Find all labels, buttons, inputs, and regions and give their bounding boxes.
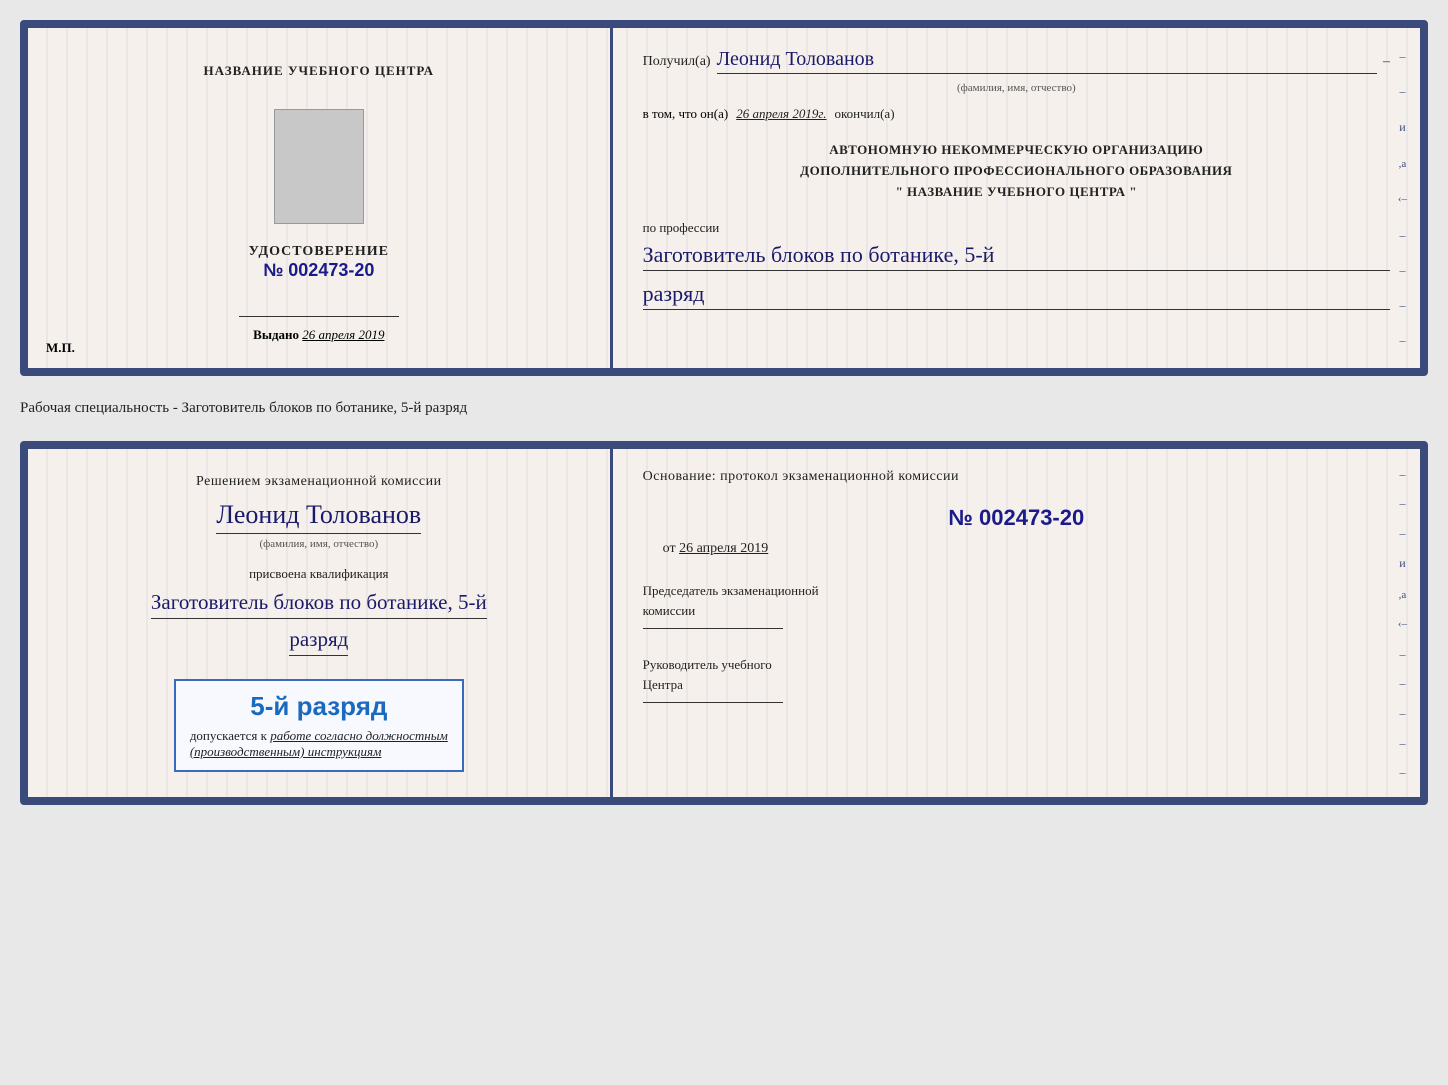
received-line: Получил(а) Леонид Толованов – <box>643 48 1390 74</box>
certificate-card-2: Решением экзаменационной комиссии Леонид… <box>20 441 1428 805</box>
deco-a: ,а <box>1399 158 1407 170</box>
rukovoditel-line2: Центра <box>643 677 683 692</box>
fio-label-1: (фамилия, имя, отчество) <box>643 82 1390 94</box>
blue-box-italic-1: работе согласно должностным <box>270 728 448 743</box>
vtom-date: 26 апреля 2019г. <box>736 106 826 122</box>
card1-left: НАЗВАНИЕ УЧЕБНОГО ЦЕНТРА УДОСТОВЕРЕНИЕ №… <box>28 28 613 368</box>
vtom-line: в том, что он(а) 26 апреля 2019г. окончи… <box>643 106 1390 122</box>
rukovoditel-section: Руководитель учебного Центра <box>643 655 1390 703</box>
vtom-prefix: в том, что он(а) <box>643 106 729 122</box>
blue-box-italic-2: (производственным) инструкциям <box>190 744 382 759</box>
resheniem-label: Решением экзаменационной комиссии <box>196 474 442 490</box>
received-label: Получил(а) <box>643 54 711 70</box>
middle-specialty-label: Рабочая специальность - Заготовитель бло… <box>20 394 1428 423</box>
person-name-2: Леонид Толованов <box>216 500 421 534</box>
profession-name-2: Заготовитель блоков по ботанике, 5-й <box>151 590 487 619</box>
predsedatel-sign-line <box>643 628 783 629</box>
org-line2: ДОПОЛНИТЕЛЬНОГО ПРОФЕССИОНАЛЬНОГО ОБРАЗО… <box>643 161 1390 182</box>
deco-a: ,а <box>1399 589 1407 601</box>
vydano-date: 26 апреля 2019 <box>302 327 384 342</box>
page-wrapper: НАЗВАНИЕ УЧЕБНОГО ЦЕНТРА УДОСТОВЕРЕНИЕ №… <box>20 20 1428 805</box>
deco-i: и <box>1399 556 1405 571</box>
deco-dash: – <box>1399 766 1405 778</box>
blue-box-text: допускается к работе согласно должностны… <box>190 728 448 760</box>
deco-dash: – <box>1399 264 1405 276</box>
protokol-number: № 002473-20 <box>643 505 1390 531</box>
razryad-name-1: разряд <box>643 281 1390 310</box>
predsedatel-label: Председатель экзаменационной комиссии <box>643 581 1390 620</box>
predsedatel-section: Председатель экзаменационной комиссии <box>643 581 1390 629</box>
deco-dash: – <box>1399 468 1405 480</box>
rukovoditel-sign-line <box>643 702 783 703</box>
certificate-card-1: НАЗВАНИЕ УЧЕБНОГО ЦЕНТРА УДОСТОВЕРЕНИЕ №… <box>20 20 1428 376</box>
deco-arrow: ‹– <box>1398 193 1407 205</box>
certificate-number: № 002473-20 <box>249 260 389 281</box>
udostoverenie-label: УДОСТОВЕРЕНИЕ <box>249 244 389 260</box>
prisvoena-label: присвоена квалификация <box>249 566 388 582</box>
deco-dash: – <box>1399 677 1405 689</box>
deco-dash: – <box>1399 737 1405 749</box>
training-center-title: НАЗВАНИЕ УЧЕБНОГО ЦЕНТРА <box>204 63 435 79</box>
deco-dash: – <box>1399 50 1405 62</box>
card2-left: Решением экзаменационной комиссии Леонид… <box>28 449 613 797</box>
deco-dash: – <box>1399 299 1405 311</box>
blue-box-prefix: допускается к <box>190 728 267 743</box>
deco-dash: – <box>1399 497 1405 509</box>
ot-line: от 26 апреля 2019 <box>663 541 1390 557</box>
blue-box-title: 5-й разряд <box>190 691 448 722</box>
deco-i: и <box>1399 120 1405 135</box>
blue-box: 5-й разряд допускается к работе согласно… <box>174 679 464 772</box>
side-decorations-1: – – и ,а ‹– – – – – <box>1390 28 1415 368</box>
photo-placeholder <box>274 109 364 224</box>
side-decorations-2: – – – и ,а ‹– – – – – – <box>1390 449 1415 797</box>
fio-label-2: (фамилия, имя, отчество) <box>259 538 378 550</box>
profession-name-1: Заготовитель блоков по ботанике, 5-й <box>643 242 1390 271</box>
rukovoditel-label: Руководитель учебного Центра <box>643 655 1390 694</box>
razryad-name-2: разряд <box>289 627 348 656</box>
signature-line-1 <box>239 316 399 317</box>
po-professii-label: по профессии <box>643 220 1390 236</box>
mp-label: М.П. <box>46 340 75 356</box>
deco-dash: – <box>1399 648 1405 660</box>
deco-dash: – <box>1399 707 1405 719</box>
deco-dash: – <box>1399 334 1405 346</box>
ot-prefix: от <box>663 541 676 556</box>
ot-date: 26 апреля 2019 <box>679 541 768 556</box>
organization-block: АВТОНОМНУЮ НЕКОММЕРЧЕСКУЮ ОРГАНИЗАЦИЮ ДО… <box>643 140 1390 202</box>
predsedatel-line1: Председатель экзаменационной <box>643 583 819 598</box>
org-line3: " НАЗВАНИЕ УЧЕБНОГО ЦЕНТРА " <box>643 182 1390 203</box>
vydano-section: Выдано 26 апреля 2019 <box>253 327 384 343</box>
deco-dash: – <box>1399 85 1405 97</box>
vydano-label: Выдано <box>253 327 299 342</box>
card1-right: Получил(а) Леонид Толованов – (фамилия, … <box>613 28 1420 368</box>
predsedatel-line2: комиссии <box>643 603 696 618</box>
received-dash: – <box>1383 54 1390 70</box>
deco-dash: – <box>1399 229 1405 241</box>
card2-right: Основание: протокол экзаменационной коми… <box>613 449 1420 797</box>
udostoverenie-section: УДОСТОВЕРЕНИЕ № 002473-20 <box>249 244 389 281</box>
deco-dash: – <box>1399 527 1405 539</box>
recipient-name: Леонид Толованов <box>717 48 1377 74</box>
deco-arrow: ‹– <box>1398 618 1407 630</box>
rukovoditel-line1: Руководитель учебного <box>643 657 772 672</box>
osnovanie-label: Основание: протокол экзаменационной коми… <box>643 469 1390 485</box>
org-line1: АВТОНОМНУЮ НЕКОММЕРЧЕСКУЮ ОРГАНИЗАЦИЮ <box>643 140 1390 161</box>
vtom-end: окончил(а) <box>835 106 895 122</box>
